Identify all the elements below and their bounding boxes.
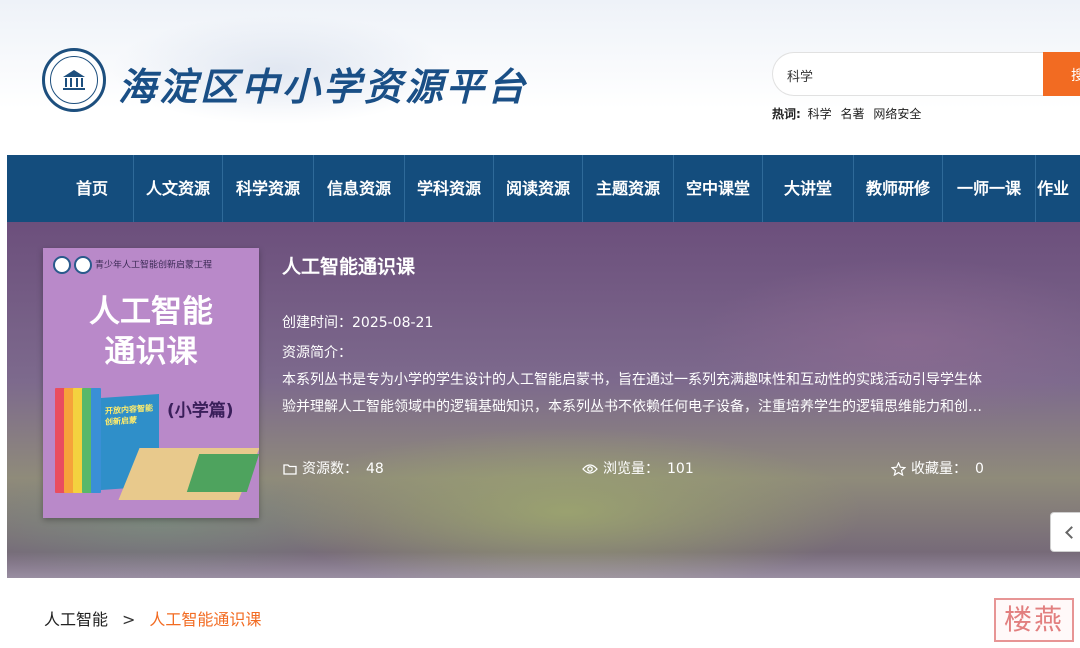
hot-keyword-link[interactable]: 名著 <box>840 107 864 121</box>
book-cover[interactable]: 青少年人工智能创新启蒙工程 人工智能 通识课 开放内容智能创新启蒙 (小学篇) <box>43 248 259 518</box>
resource-description: 本系列丛书是专为小学的学生设计的人工智能启蒙书，旨在通过一系列充满趣味性和互动性… <box>282 367 1072 423</box>
nav-item-information[interactable]: 信息资源 <box>314 155 404 222</box>
favorite-count-label: 收藏量： <box>911 461 967 477</box>
hot-keywords: 热词: 科学 名著 网络安全 <box>772 105 923 122</box>
main-nav: 首页 人文资源 科学资源 信息资源 学科资源 阅读资源 主题资源 空中课堂 大讲… <box>7 155 1080 222</box>
description-line: 本系列丛书是专为小学的学生设计的人工智能启蒙书，旨在通过一系列充满趣味性和互动性… <box>282 372 982 388</box>
cover-badge-icon <box>74 256 92 274</box>
breadcrumb-parent-link[interactable]: 人工智能 <box>44 610 108 629</box>
star-icon[interactable] <box>891 462 906 476</box>
site-title[interactable]: 海淀区中小学资源平台 <box>118 56 528 111</box>
intro-label: 资源简介： <box>282 345 352 361</box>
resource-banner: 青少年人工智能创新启蒙工程 人工智能 通识课 开放内容智能创新启蒙 (小学篇) … <box>7 222 1080 578</box>
view-count-label: 浏览量： <box>603 461 659 477</box>
cover-title-line1: 人工智能 <box>89 294 213 330</box>
nav-item-homework[interactable]: 作业 <box>1037 155 1080 222</box>
search-button[interactable]: 搜 <box>1043 52 1080 96</box>
resource-count-value: 48 <box>366 461 384 477</box>
favorite-count-value: 0 <box>975 461 984 477</box>
search-box <box>772 52 1044 97</box>
folder-icon <box>283 464 297 475</box>
view-count: 浏览量： 101 <box>582 458 694 478</box>
nav-item-science[interactable]: 科学资源 <box>223 155 313 222</box>
nav-item-air-classroom[interactable]: 空中课堂 <box>674 155 762 222</box>
breadcrumb: 人工智能 > 人工智能通识课 <box>44 606 261 630</box>
hot-keyword-link[interactable]: 网络安全 <box>873 107 921 121</box>
hot-keyword-link[interactable]: 科学 <box>808 107 832 121</box>
cover-series-label: 青少年人工智能创新启蒙工程 <box>53 256 212 274</box>
building-icon <box>63 70 85 90</box>
breadcrumb-current: 人工智能通识课 <box>149 610 262 629</box>
resource-count-label: 资源数： <box>302 461 358 477</box>
cover-title: 人工智能 通识课 <box>43 292 259 372</box>
cover-title-line2: 通识课 <box>104 334 198 370</box>
site-header: 海淀区中小学资源平台 搜 热词: 科学 名著 网络安全 <box>0 0 1080 155</box>
book-front-text: 开放内容智能创新启蒙 <box>105 403 153 427</box>
nav-item-lecture-hall[interactable]: 大讲堂 <box>763 155 853 222</box>
created-time: 创建时间：2025-08-21 <box>282 315 434 331</box>
watermark-stamp: 楼燕 <box>994 598 1074 642</box>
chevron-left-icon[interactable] <box>1050 512 1080 552</box>
nav-item-teacher-training[interactable]: 教师研修 <box>854 155 942 222</box>
description-line: 验并理解人工智能领域中的逻辑基础知识，本系列丛书不依赖任何电子设备，注重培养学生… <box>282 399 982 415</box>
book-spine <box>91 388 101 493</box>
cover-series-text: 青少年人工智能创新启蒙工程 <box>95 260 213 271</box>
view-count-value: 101 <box>667 461 694 477</box>
breadcrumb-separator: > <box>122 610 136 629</box>
eye-icon <box>582 464 598 474</box>
nav-item-one-teacher-one-lesson[interactable]: 一师一课 <box>943 155 1035 222</box>
nav-item-home[interactable]: 首页 <box>51 155 133 222</box>
nav-item-humanities[interactable]: 人文资源 <box>134 155 222 222</box>
nav-item-reading[interactable]: 阅读资源 <box>494 155 582 222</box>
favorite-count[interactable]: 收藏量： 0 <box>891 458 984 478</box>
emblem-logo[interactable] <box>42 48 106 112</box>
resource-title: 人工智能通识课 <box>282 256 416 278</box>
banner-fade <box>7 552 1080 578</box>
cover-badge-icon <box>53 256 71 274</box>
nav-item-subjects[interactable]: 学科资源 <box>405 155 493 222</box>
nav-divider <box>1035 155 1036 222</box>
cover-subtitle: (小学篇) <box>167 401 234 421</box>
book-open-image <box>186 454 259 492</box>
hot-keywords-label: 热词: <box>772 107 801 121</box>
search-input[interactable] <box>785 53 1039 97</box>
nav-item-topics[interactable]: 主题资源 <box>583 155 673 222</box>
resource-count: 资源数： 48 <box>283 458 384 478</box>
